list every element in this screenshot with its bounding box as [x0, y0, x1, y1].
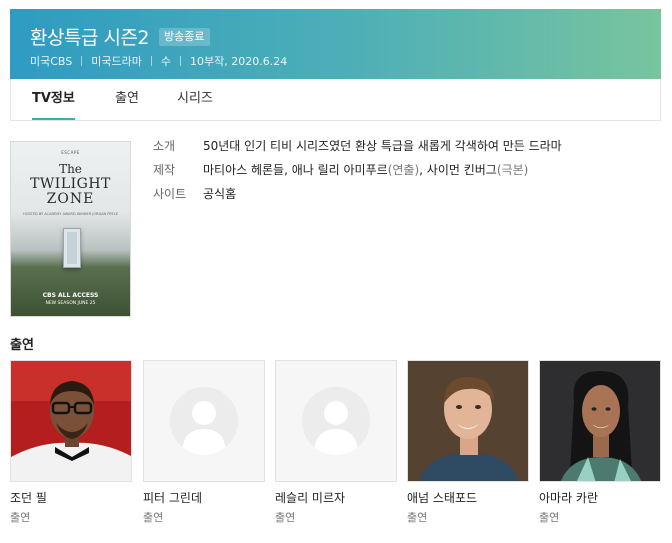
person-silhouette-icon: [314, 401, 358, 455]
meta-divider: [81, 56, 83, 66]
poster-image[interactable]: ESCAPE The TWILIGHT ZONE HOSTED BY ACADE…: [10, 141, 131, 317]
poster-door-graphic: [63, 228, 81, 268]
production-writer-link[interactable]: 사이먼 킨버그: [427, 163, 497, 177]
info-summary-value: 50년대 인기 티비 시리즈였던 환상 특급을 새롭게 각색하여 만든 드라마: [203, 139, 562, 153]
tab-series[interactable]: 시리즈: [177, 79, 213, 120]
cast-role: 출연: [407, 511, 428, 524]
meta-divider: [180, 56, 181, 66]
program-title: 환상특급 시즌2: [30, 27, 150, 49]
default-avatar-icon: [170, 387, 238, 455]
cast-card[interactable]: 조던 필 출연: [10, 360, 132, 525]
person-photo-icon: [408, 361, 528, 481]
info-summary-row: 소개 50년대 인기 티비 시리즈였던 환상 특급을 새롭게 각색하여 만든 드…: [153, 137, 562, 161]
cast-name[interactable]: 조던 필: [10, 490, 132, 506]
poster-host-text: HOSTED BY ACADEMY AWARD WINNER JORDAN PE…: [23, 212, 118, 216]
poster-title-line: TWILIGHT: [30, 176, 111, 192]
meta-episodes-date: 10부작, 2020.6.24: [190, 55, 288, 68]
poster-escape-text: ESCAPE: [61, 150, 80, 155]
cast-role: 출연: [275, 511, 296, 524]
title-row: 환상특급 시즌2 방송종료: [30, 23, 210, 50]
poster-title: The TWILIGHT ZONE: [11, 162, 130, 207]
cast-photo[interactable]: [10, 360, 132, 482]
production-writer-role: (극본): [496, 163, 529, 177]
info-site-label: 사이트: [153, 187, 187, 201]
cast-role: 출연: [539, 511, 560, 524]
info-production-value: 마티아스 헤론들, 애나 릴리 아미푸르(연출), 사이먼 킨버그(극본): [203, 161, 528, 185]
cast-name[interactable]: 레슬리 미르자: [275, 490, 397, 506]
info-summary-label: 소개: [153, 139, 176, 153]
tab-cast[interactable]: 출연: [115, 79, 139, 120]
cast-card[interactable]: 레슬리 미르자 출연: [275, 360, 397, 525]
cast-name[interactable]: 피터 그린데: [143, 490, 265, 506]
poster-title-line: ZONE: [46, 191, 95, 207]
production-directors-link[interactable]: 마티아스 헤론들, 애나 릴리 아미푸르: [203, 163, 388, 177]
person-silhouette-icon: [182, 401, 226, 455]
meta-channel: 미국CBS: [30, 55, 73, 68]
cast-name[interactable]: 아마라 카란: [539, 490, 661, 506]
cast-photo[interactable]: [407, 360, 529, 482]
cast-photo[interactable]: [539, 360, 661, 482]
cast-name[interactable]: 애넘 스태포드: [407, 490, 529, 506]
official-site-link[interactable]: 공식홈: [203, 185, 236, 209]
poster-network-text: CBS ALL ACCESS: [42, 292, 99, 299]
cast-role: 출연: [143, 511, 164, 524]
program-header: 환상특급 시즌2 방송종료 미국CBS 미국드라마 수 10부작, 2020.6…: [10, 9, 661, 79]
meta-divider: [150, 56, 152, 66]
info-production-row: 제작 마티아스 헤론들, 애나 릴리 아미푸르(연출), 사이먼 킨버그(극본): [153, 161, 562, 185]
cast-photo-placeholder[interactable]: [143, 360, 265, 482]
cast-card[interactable]: 아마라 카란 출연: [539, 360, 661, 525]
cast-section-title: 출연: [10, 338, 34, 353]
person-photo-icon: [11, 361, 131, 481]
program-info: 소개 50년대 인기 티비 시리즈였던 환상 특급을 새롭게 각색하여 만든 드…: [153, 137, 562, 209]
production-directors-role: (연출): [387, 163, 420, 177]
poster-title-line: The: [59, 162, 82, 176]
tab-bar: TV정보 출연 시리즈: [10, 79, 661, 121]
tab-tv-info[interactable]: TV정보: [32, 79, 75, 120]
meta-day: 수: [160, 55, 171, 68]
info-site-row: 사이트 공식홈: [153, 185, 562, 209]
cast-card[interactable]: 애넘 스태포드 출연: [407, 360, 529, 525]
meta-genre: 미국드라마: [91, 55, 142, 68]
cast-photo-placeholder[interactable]: [275, 360, 397, 482]
person-photo-icon: [540, 361, 660, 481]
cast-role: 출연: [10, 511, 31, 524]
default-avatar-icon: [302, 387, 370, 455]
status-badge: 방송종료: [159, 27, 210, 46]
poster-season-text: NEW SEASON JUNE 25: [45, 301, 96, 306]
cast-card[interactable]: 피터 그린데 출연: [143, 360, 265, 525]
program-meta: 미국CBS 미국드라마 수 10부작, 2020.6.24: [30, 53, 287, 69]
production-separator: ,: [419, 163, 427, 177]
info-production-label: 제작: [153, 163, 176, 177]
